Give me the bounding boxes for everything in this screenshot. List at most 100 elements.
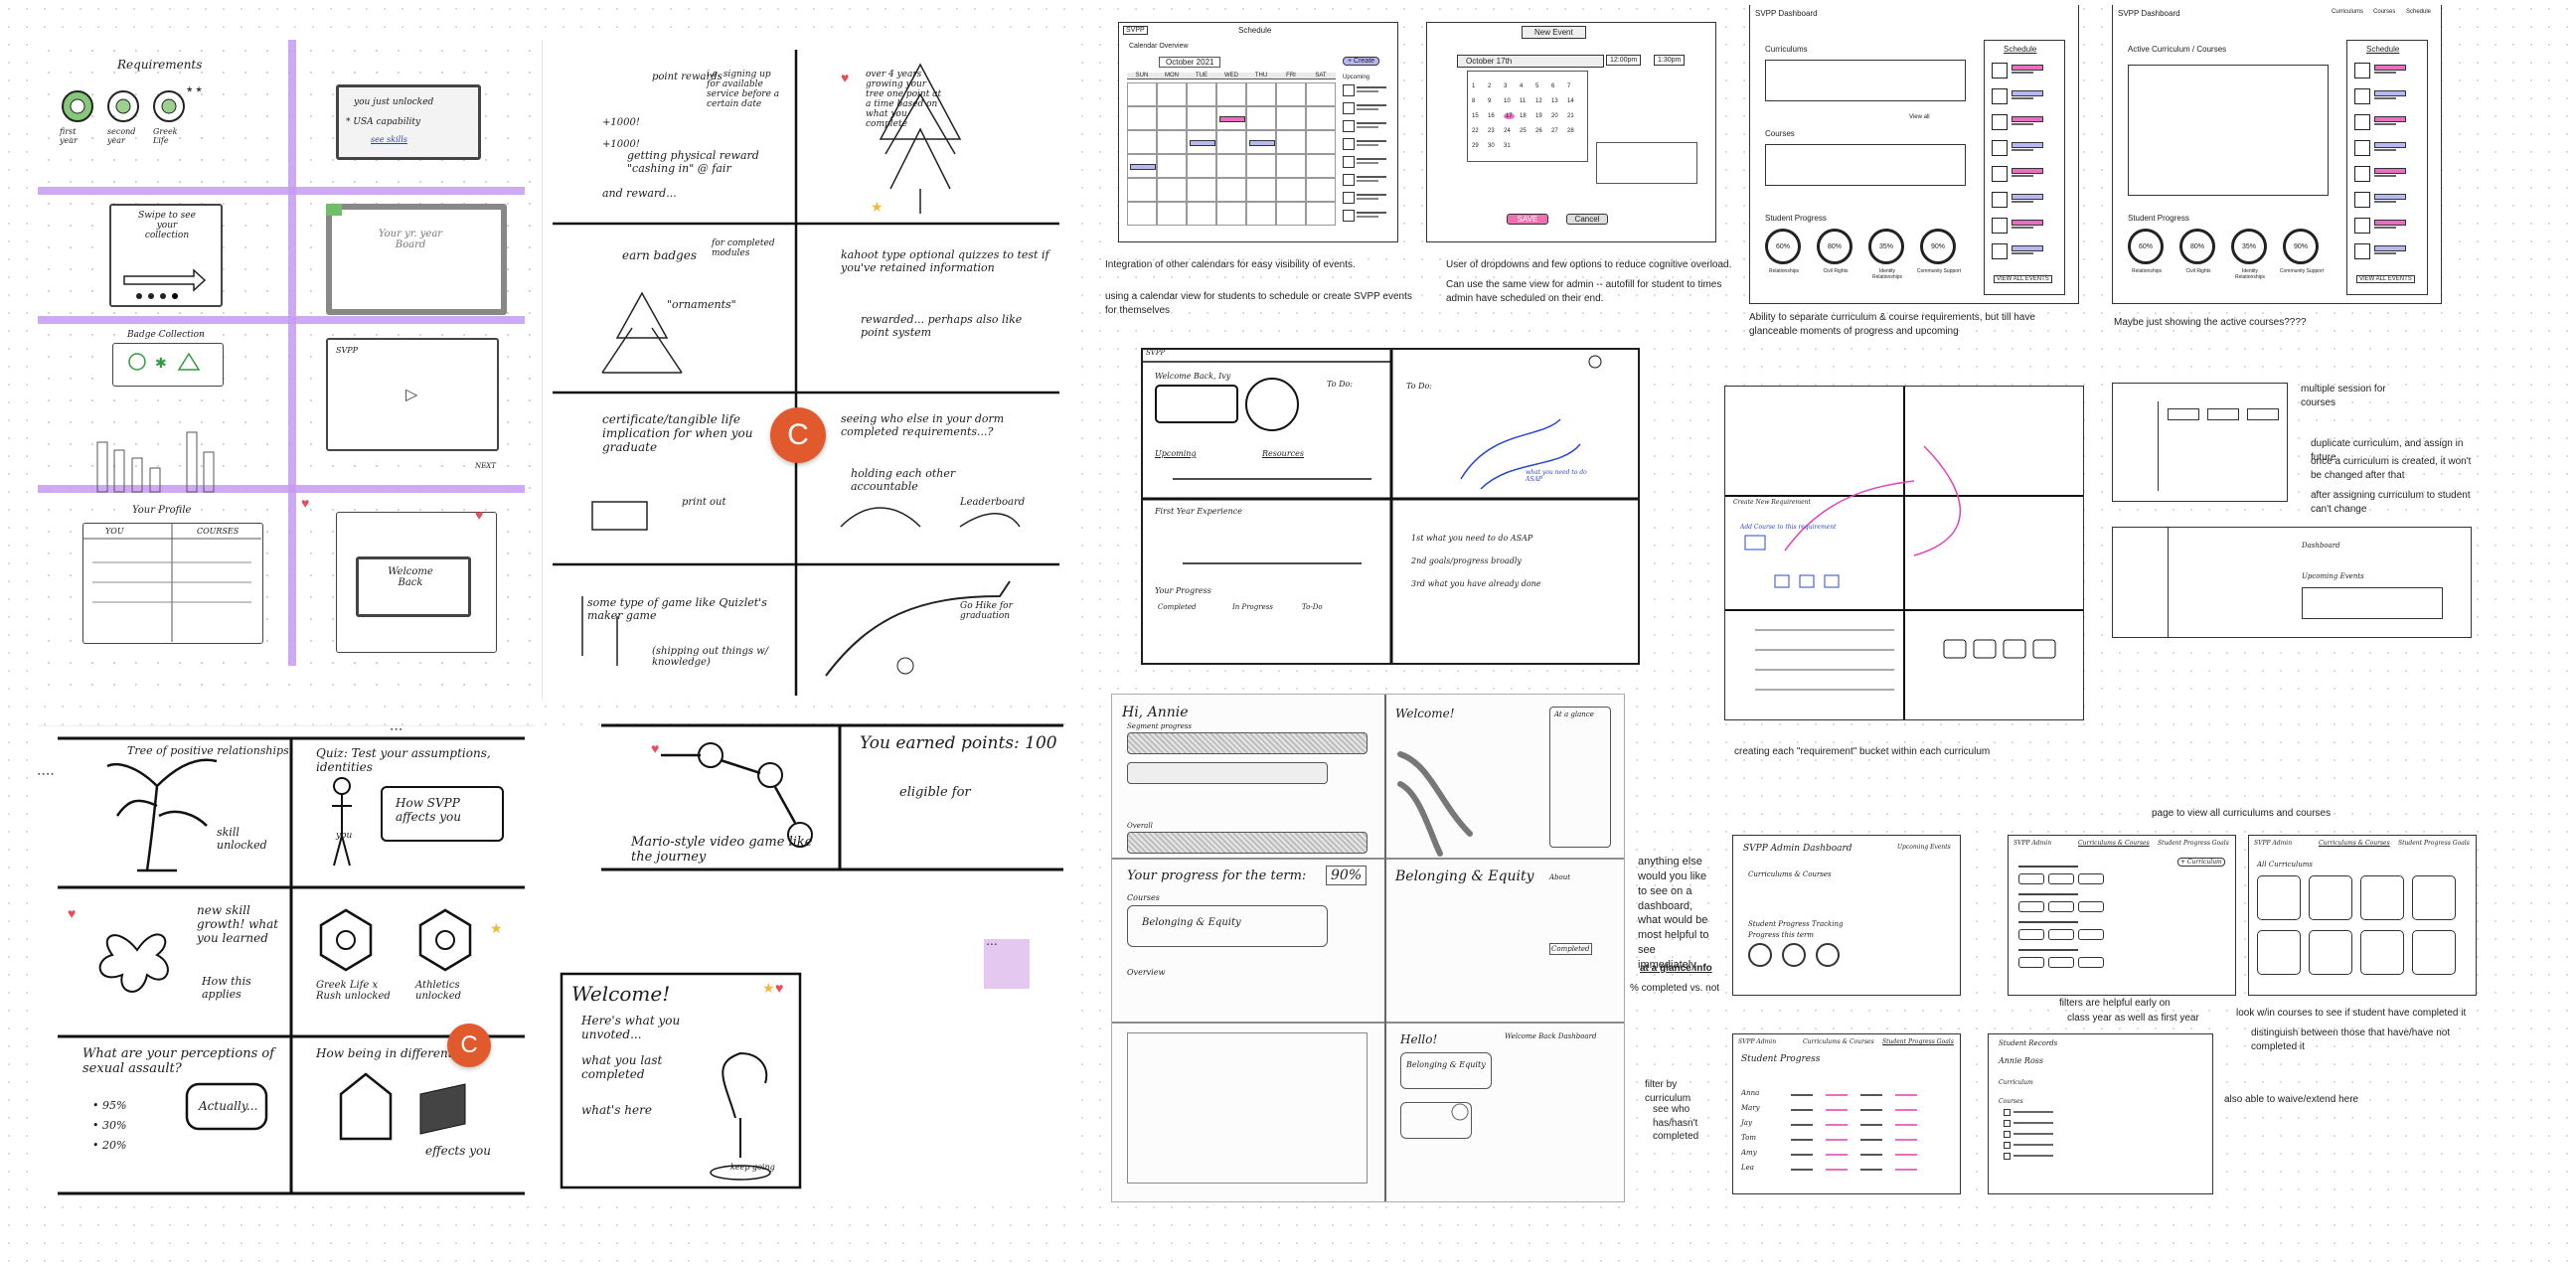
nav-progress[interactable]: Student Progress Goals: [2158, 840, 2229, 847]
calendar-cell[interactable]: [1187, 106, 1216, 130]
calendar-cell[interactable]: [1306, 154, 1336, 178]
calendar-cell[interactable]: [1246, 154, 1276, 178]
date-cell[interactable]: 21: [1567, 113, 1574, 119]
calendar-event[interactable]: [1190, 140, 1215, 146]
upcoming-events-box[interactable]: [2302, 587, 2443, 619]
nav-courses[interactable]: Courses: [2373, 9, 2395, 15]
add-curriculum-button[interactable]: + Curriculum: [2177, 858, 2225, 867]
checkbox[interactable]: [2004, 1131, 2011, 1138]
date-cell[interactable]: 14: [1567, 98, 1574, 104]
date-cell[interactable]: 24: [1504, 128, 1511, 134]
calendar-cell[interactable]: [1157, 154, 1187, 178]
courses-row[interactable]: [1765, 144, 1966, 186]
curriculum-card[interactable]: [2309, 875, 2352, 920]
date-cell[interactable]: 22: [1472, 128, 1479, 134]
admin-dashboard-wireframe[interactable]: SVPP Admin Dashboard Curriculums & Cours…: [1732, 835, 1961, 996]
calendar-cell[interactable]: [1246, 202, 1276, 226]
date-cell[interactable]: 30: [1488, 143, 1495, 149]
board-learning-storyboard[interactable]: Tree of positive relationships skill unl…: [38, 725, 535, 1198]
time-from-field[interactable]: 12:00pm: [1606, 55, 1642, 66]
calendar-cell[interactable]: [1276, 154, 1306, 178]
view-all-events-button[interactable]: VIEW ALL EVENTS: [2356, 275, 2415, 283]
checkbox[interactable]: [2004, 1109, 2011, 1116]
date-cell[interactable]: 7: [1567, 83, 1570, 89]
course-chip[interactable]: [2078, 929, 2104, 940]
nav-schedule[interactable]: Schedule: [2406, 9, 2431, 15]
nav-progress[interactable]: Student Progress Goals: [1882, 1038, 1954, 1045]
course-chip[interactable]: [2078, 873, 2104, 884]
checkbox[interactable]: [2004, 1142, 2011, 1149]
month-selector[interactable]: October 2021: [1159, 57, 1221, 68]
calendar-cell[interactable]: [1216, 178, 1246, 202]
welcome-card[interactable]: [1155, 385, 1238, 423]
calendar-cell[interactable]: [1276, 106, 1306, 130]
calendar-cell[interactable]: [1306, 130, 1336, 154]
student-records-wireframe[interactable]: Student Records Annie Ross Curriculum Co…: [1988, 1033, 2213, 1194]
date-cell[interactable]: 15: [1472, 113, 1479, 119]
date-cell[interactable]: 9: [1488, 98, 1491, 104]
nav-admin[interactable]: SVPP Admin: [2013, 840, 2051, 847]
course-chip[interactable]: [2048, 901, 2074, 912]
description-field[interactable]: [1596, 142, 1697, 184]
course-chip[interactable]: [2048, 873, 2074, 884]
session-sketch[interactable]: [2112, 383, 2288, 502]
date-cell[interactable]: 12: [1535, 98, 1542, 104]
save-button[interactable]: SAVE: [1507, 214, 1548, 225]
dashboard-active-wireframe[interactable]: SVPP Dashboard Curriculums Courses Sched…: [2112, 5, 2442, 304]
calendar-cell[interactable]: [1306, 82, 1336, 106]
date-cell[interactable]: 6: [1551, 83, 1554, 89]
requirements-sketch[interactable]: Create New Requirement Add Course to thi…: [1724, 386, 2084, 720]
course-chip[interactable]: [2018, 957, 2044, 968]
course-card-2[interactable]: [1400, 1102, 1472, 1139]
session-box[interactable]: [2207, 408, 2239, 420]
course-chip[interactable]: [2048, 957, 2074, 968]
session-box[interactable]: [2168, 408, 2199, 420]
checkbox[interactable]: [2004, 1120, 2011, 1127]
calendar-cell[interactable]: [1216, 202, 1246, 226]
student-progress-wireframe[interactable]: SVPP Admin Curriculums & Courses Student…: [1732, 1033, 1961, 1194]
view-all-events-button[interactable]: VIEW ALL EVENTS: [1994, 275, 2052, 283]
time-to-field[interactable]: 1:30pm: [1654, 55, 1686, 66]
calendar-cell[interactable]: [1216, 130, 1246, 154]
calendar-cell[interactable]: [1157, 202, 1187, 226]
curriculum-card[interactable]: [2360, 875, 2404, 920]
curriculum-grid-wireframe[interactable]: SVPP Admin Curriculums & Courses Student…: [2248, 835, 2477, 996]
new-event-wireframe[interactable]: New Event October 17th 12:00pm 1:30pm 12…: [1426, 22, 1716, 242]
next-button[interactable]: NEXT: [475, 462, 496, 470]
date-cell[interactable]: 2: [1488, 83, 1491, 89]
calendar-cell[interactable]: [1157, 178, 1187, 202]
active-courses-box[interactable]: [2128, 65, 2329, 196]
board-gamification-ideas[interactable]: point rewards i.e. signing up for availa…: [542, 40, 1069, 701]
calendar-cell[interactable]: [1157, 130, 1187, 154]
curriculum-card[interactable]: [2360, 930, 2404, 975]
dashboard-wireframe[interactable]: SVPP Dashboard Curriculums Courses View …: [1749, 5, 2079, 304]
date-cell[interactable]: 4: [1520, 83, 1523, 89]
date-cell[interactable]: 10: [1504, 98, 1511, 104]
course-chip[interactable]: [2018, 873, 2044, 884]
board-gamified-storyboard[interactable]: Requirements * * first year second year …: [38, 40, 535, 696]
calendar-cell[interactable]: [1306, 178, 1336, 202]
date-cell[interactable]: 25: [1520, 128, 1527, 134]
curriculum-card[interactable]: [2257, 930, 2301, 975]
date-cell[interactable]: 16: [1488, 113, 1495, 119]
view-all-link[interactable]: View all: [1909, 114, 1930, 120]
calendar-cell[interactable]: [1187, 154, 1216, 178]
calendar-cell[interactable]: [1246, 178, 1276, 202]
option-1[interactable]: • 95%: [92, 1099, 126, 1112]
course-chip[interactable]: [2078, 957, 2104, 968]
date-cell[interactable]: 1: [1472, 83, 1475, 89]
keep-going[interactable]: keep going: [730, 1163, 775, 1172]
calendar-cell[interactable]: [1306, 106, 1336, 130]
calendar-cell[interactable]: [1276, 202, 1306, 226]
date-cell[interactable]: 18: [1520, 113, 1527, 119]
calendar-cell[interactable]: [1276, 82, 1306, 106]
curriculum-card[interactable]: [2412, 930, 2456, 975]
date-picker[interactable]: 1 2 3 4 5 6 7 8 9 10 11 12 13 14 15 16 17 18 19 20 21 22 23 24 2…: [1467, 71, 1588, 162]
course-chip[interactable]: [2018, 901, 2044, 912]
course-chip[interactable]: [2018, 929, 2044, 940]
calendar-cell[interactable]: [1127, 130, 1157, 154]
curriculum-list-wireframe[interactable]: SVPP Admin Curriculums & Courses Student…: [2008, 835, 2236, 996]
board-journey-concepts[interactable]: Mario-style video game like the journey …: [542, 723, 1068, 1197]
curriculum-card[interactable]: [2257, 875, 2301, 920]
calendar-cell[interactable]: [1127, 82, 1157, 106]
